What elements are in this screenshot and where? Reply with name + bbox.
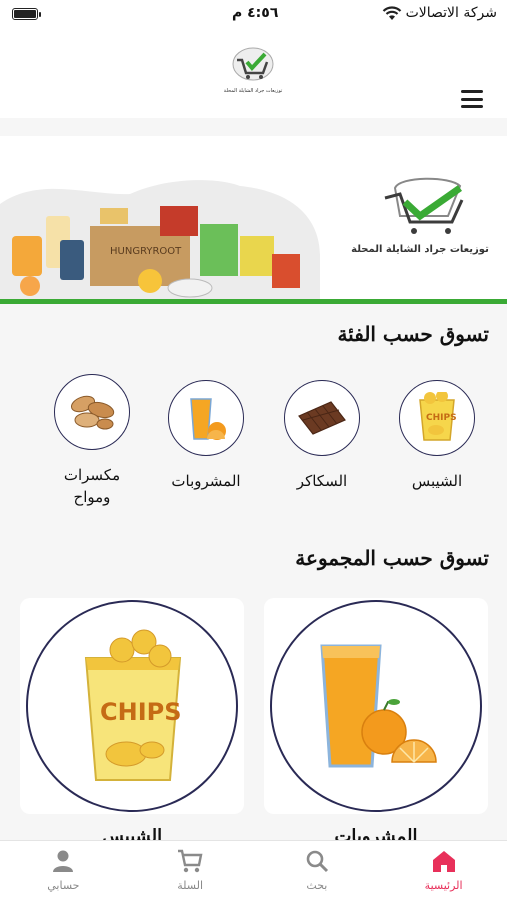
home-icon (432, 851, 455, 872)
carrier-name: شركة الاتصالات (405, 5, 497, 21)
category-item-nuts[interactable]: مكسرات ومواح (47, 374, 137, 508)
group-section-title: تسوق حسب المجموعة (295, 546, 489, 570)
banner-accent-strip (0, 299, 507, 304)
chips-icon: CHIPS (399, 380, 475, 456)
tab-label: الرئيسية (424, 879, 463, 892)
battery-icon (12, 8, 38, 20)
tab-label: السلة (177, 879, 203, 892)
user-icon (53, 850, 74, 872)
tab-search[interactable]: بحث (254, 841, 381, 900)
header-logo-text: توزيعات جراد الشايلة المحلة (223, 88, 283, 94)
chips-icon: CHIPS (26, 600, 238, 812)
svg-text:CHIPS: CHIPS (100, 698, 182, 726)
banner-illustration: HUNGRYROOT (0, 177, 464, 299)
category-section-title: تسوق حسب الفئة (337, 322, 489, 346)
group-card-drinks[interactable] (264, 598, 488, 814)
status-time: ٤:٥٦ م (232, 5, 279, 21)
tab-home[interactable]: الرئيسية (380, 841, 507, 900)
category-label: السكاكر (296, 472, 348, 490)
category-label: مكسرات ومواح (63, 466, 121, 506)
svg-text:CHIPS: CHIPS (426, 413, 457, 423)
chocolate-icon (284, 380, 360, 456)
group-card-chips[interactable]: CHIPS (20, 598, 244, 814)
brand-logo[interactable]: توزيعات جراد الشايلة المحلة (224, 40, 282, 100)
app-header: توزيعات جراد الشايلة المحلة (0, 30, 507, 118)
banner-logo-text: توزيعات جراد الشايلة المحلة (351, 244, 489, 255)
juice-icon (168, 380, 244, 456)
wifi-icon (382, 6, 402, 20)
tab-account[interactable]: حسابي (0, 841, 127, 900)
tab-label: بحث (306, 879, 328, 892)
svg-text:HUNGRYROOT: HUNGRYROOT (110, 246, 182, 257)
tab-cart[interactable]: السلة (127, 841, 254, 900)
bottom-tab-bar: حسابي السلة بحث الرئيسية (0, 840, 507, 900)
category-label: المشروبات (171, 472, 241, 490)
category-item-drinks[interactable]: المشروبات (161, 380, 251, 492)
category-item-candy[interactable]: السكاكر (277, 380, 367, 492)
tab-label: حسابي (47, 879, 80, 892)
nuts-icon (54, 374, 130, 450)
menu-icon[interactable] (461, 90, 483, 108)
promo-banner[interactable]: HUNGRYROOT توزيعات جراد الشايلة المحلة (0, 136, 507, 304)
status-bar: ٤:٥٦ م شركة الاتصالات (0, 0, 507, 30)
category-label: الشيبس (411, 472, 463, 490)
juice-icon (270, 600, 482, 812)
category-item-chips[interactable]: CHIPS الشيبس (392, 380, 482, 492)
cart-icon (178, 849, 203, 873)
search-icon (306, 850, 328, 873)
